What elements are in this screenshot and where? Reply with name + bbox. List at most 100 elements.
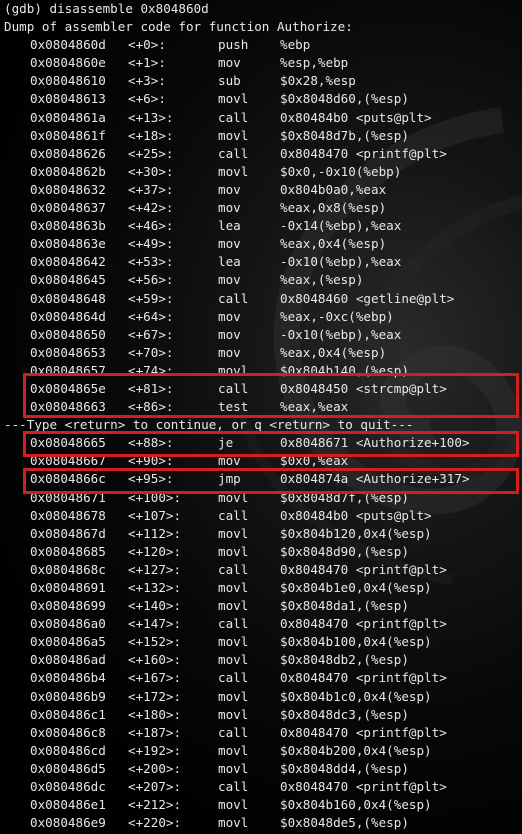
asm-operands: $0x804b100,0x4(%esp) <box>280 634 432 650</box>
asm-row: 0x08048642 <+53>: lea -0x10(%ebp),%eax <box>0 253 522 271</box>
asm-operands: 0x8048450 <strcmp@plt> <box>280 380 447 396</box>
asm-address: 0x080486ad <box>30 652 106 668</box>
asm-row: 0x08048663 <+86>: test %eax,%eax <box>0 398 522 416</box>
asm-mnemonic: movl <box>218 580 249 595</box>
asm-address: 0x0804866c <box>30 471 106 487</box>
pager-prompt: ---Type <return> to continue, or q <retu… <box>4 417 414 433</box>
asm-mnemonic: mov <box>218 272 241 288</box>
asm-row: 0x080486a5 <+152>: movl $0x804b100,0x4(%esp… <box>0 633 522 651</box>
asm-row: 0x08048645 <+56>: mov %eax,(%esp) <box>0 271 522 289</box>
asm-operands: $0x8048d7f,(%esp) <box>280 489 409 505</box>
asm-operands: 0x80484b0 <puts@plt> <box>280 507 432 523</box>
asm-mnemonic: movl <box>218 127 249 143</box>
asm-operands: $0x804b1c0,0x4(%esp) <box>280 688 432 704</box>
asm-offset: <+172>: <box>128 688 182 704</box>
asm-address: 0x080486c8 <box>30 724 106 740</box>
asm-address: 0x080486d5 <box>30 760 106 776</box>
asm-row: 0x0804863b <+46>: lea -0x14(%ebp),%eax <box>0 217 522 235</box>
asm-mnemonic: call <box>218 670 249 686</box>
asm-operands: %eax,%eax <box>280 399 349 415</box>
asm-mnemonic: movl <box>218 634 249 650</box>
asm-row: 0x080486a0 <+147>: call 0x8048470 <printf@p… <box>0 615 522 633</box>
asm-mnemonic: movl <box>218 742 249 758</box>
asm-mnemonic: je <box>218 435 234 451</box>
asm-address: 0x080486b4 <box>30 670 106 686</box>
asm-operands: 0x804874a <Authorize+317> <box>280 471 470 487</box>
asm-mnemonic: call <box>218 561 249 577</box>
asm-mnemonic: movl <box>218 815 249 831</box>
asm-mnemonic: movl <box>218 598 249 614</box>
asm-address: 0x0804865e <box>30 380 106 396</box>
asm-offset: <+88>: <box>128 435 174 451</box>
asm-offset: <+0>: <box>128 37 166 53</box>
asm-operands: $0x8048db2,(%esp) <box>280 652 409 668</box>
asm-address: 0x08048637 <box>30 200 106 216</box>
asm-mnemonic: mov <box>218 308 241 324</box>
asm-address: 0x080486e9 <box>30 815 106 831</box>
asm-operands: $0x28,%esp <box>280 73 356 89</box>
asm-mnemonic: movl <box>218 706 249 722</box>
asm-row: 0x080486dc <+207>: call 0x8048470 <printf@p… <box>0 778 522 796</box>
asm-offset: <+220>: <box>128 815 182 831</box>
asm-offset: <+200>: <box>128 760 182 776</box>
asm-offset: <+90>: <box>128 453 174 469</box>
asm-offset: <+167>: <box>128 670 182 686</box>
asm-offset: <+140>: <box>128 598 182 614</box>
asm-offset: <+207>: <box>128 779 182 795</box>
asm-row: 0x08048691 <+132>: movl $0x804b1e0,0x4(%esp… <box>0 579 522 597</box>
asm-operands: $0x8048da1,(%esp) <box>280 598 409 614</box>
asm-mnemonic: test <box>218 399 249 415</box>
asm-offset: <+74>: <box>128 362 174 378</box>
asm-mnemonic: lea <box>218 254 241 270</box>
asm-offset: <+192>: <box>128 742 182 758</box>
asm-offset: <+53>: <box>128 254 174 270</box>
asm-row: 0x08048678 <+107>: call 0x80484b0 <puts@plt… <box>0 507 522 525</box>
asm-mnemonic: mov <box>218 55 241 71</box>
asm-row: 0x080486c1 <+180>: movl $0x8048dc3,(%esp) <box>0 706 522 724</box>
asm-mnemonic: call <box>218 109 249 125</box>
asm-mnemonic: mov <box>218 236 241 252</box>
asm-offset: <+107>: <box>128 507 182 523</box>
asm-row: 0x0804860d <+0>: push %ebp <box>0 36 522 54</box>
asm-operands: 0x8048470 <printf@plt> <box>280 145 447 161</box>
asm-address: 0x08048642 <box>30 254 106 270</box>
asm-operands: 0x8048470 <printf@plt> <box>280 779 447 795</box>
asm-mnemonic: movl <box>218 543 249 559</box>
asm-row: 0x080486e1 <+212>: movl $0x804b160,0x4(%esp… <box>0 796 522 814</box>
asm-operands: -0x10(%ebp),%eax <box>280 254 402 270</box>
asm-offset: <+49>: <box>128 236 174 252</box>
asm-offset: <+37>: <box>128 181 174 197</box>
asm-operands: 0x804b0a0,%eax <box>280 181 387 197</box>
asm-row: 0x080486d5 <+200>: movl $0x8048dd4,(%esp) <box>0 760 522 778</box>
dump-header: Dump of assembler code for function Auth… <box>4 19 353 35</box>
asm-address: 0x0804861a <box>30 109 106 125</box>
asm-address: 0x0804860d <box>30 37 106 53</box>
asm-address: 0x080486cd <box>30 742 106 758</box>
asm-row: 0x08048626 <+25>: call 0x8048470 <printf@pl… <box>0 145 522 163</box>
asm-offset: <+132>: <box>128 580 182 595</box>
asm-row: 0x0804864d <+64>: mov %eax,-0xc(%ebp) <box>0 308 522 326</box>
asm-offset: <+46>: <box>128 218 174 234</box>
asm-offset: <+25>: <box>128 145 174 161</box>
asm-mnemonic: lea <box>218 218 241 234</box>
asm-row: 0x08048613 <+6>: movl $0x8048d60,(%esp) <box>0 90 522 108</box>
asm-operands: %eax,-0xc(%ebp) <box>280 308 394 324</box>
asm-address: 0x08048657 <box>30 362 106 378</box>
asm-address: 0x0804864d <box>30 308 106 324</box>
asm-mnemonic: movl <box>218 688 249 704</box>
asm-mnemonic: call <box>218 724 249 740</box>
asm-offset: <+56>: <box>128 272 174 288</box>
asm-address: 0x08048626 <box>30 145 106 161</box>
disassembly-block-1: 0x0804860d <+0>: push %ebp 0x0804860e <+1>: mo… <box>0 36 522 416</box>
terminal-window[interactable]: (gdb) disassemble 0x804860d Dump of asse… <box>0 0 522 834</box>
asm-operands: $0x804b120,0x4(%esp) <box>280 525 432 541</box>
asm-offset: <+59>: <box>128 290 174 306</box>
asm-operands: $0x0,%eax <box>280 453 349 469</box>
asm-operands: $0x8048d90,(%esp) <box>280 543 409 559</box>
asm-address: 0x08048678 <box>30 507 106 523</box>
asm-address: 0x08048648 <box>30 290 106 306</box>
asm-offset: <+67>: <box>128 326 174 342</box>
asm-address: 0x08048663 <box>30 399 106 415</box>
asm-operands: 0x8048470 <printf@plt> <box>280 616 447 632</box>
asm-row: 0x08048665 <+88>: je 0x8048671 <Authorize+1… <box>0 434 522 452</box>
